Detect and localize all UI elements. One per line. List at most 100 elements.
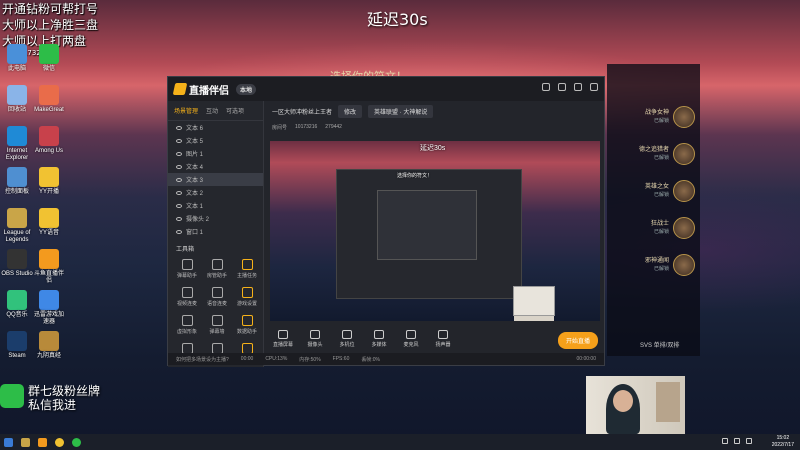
- desktop-icon[interactable]: YY语音: [32, 208, 66, 237]
- desktop-icon[interactable]: 斗鱼直播伴侣: [32, 249, 66, 285]
- champion-item[interactable]: 邪神通闻 已解锁: [610, 252, 695, 278]
- tool-label: 语音连麦: [206, 301, 227, 307]
- desktop-icon[interactable]: 回收站: [0, 85, 34, 114]
- desktop-icon[interactable]: League of Legends: [0, 208, 34, 244]
- title-bar: 直播伴侣 本地: [168, 77, 604, 101]
- taskbar-clock[interactable]: 15:02 2022/7/17: [772, 435, 794, 449]
- desktop-icon-image: [39, 85, 59, 105]
- desktop-icon[interactable]: 此电脑: [0, 44, 34, 73]
- settings-icon[interactable]: [542, 83, 550, 91]
- source-item[interactable]: 文本 3: [168, 173, 263, 186]
- source-item[interactable]: 文本 6: [168, 121, 263, 134]
- eye-icon[interactable]: [176, 164, 182, 169]
- desktop-icon-image: [7, 85, 27, 105]
- app-badge[interactable]: 本地: [236, 83, 257, 95]
- taskbar-lol-icon[interactable]: [21, 437, 30, 447]
- control-button[interactable]: 直播屏幕: [272, 330, 294, 348]
- eye-icon[interactable]: [176, 229, 182, 234]
- tool-label: 弹幕墙: [209, 329, 225, 335]
- tool-label: 数据助手: [236, 329, 257, 335]
- tool-item[interactable]: 游戏设置: [232, 285, 262, 307]
- desktop-icon[interactable]: MakeGreat: [32, 85, 66, 114]
- tool-item[interactable]: 弹幕墙: [202, 313, 232, 335]
- champion-name: 战争女神 已解锁: [645, 109, 669, 125]
- taskbar-yy-icon[interactable]: [55, 437, 64, 447]
- title-bar-actions: [542, 83, 598, 91]
- champion-item[interactable]: 德之追猎者 已解锁: [610, 141, 695, 167]
- desktop-icon[interactable]: 微信: [32, 44, 66, 73]
- source-label: 文本 1: [186, 204, 204, 210]
- go-live-button[interactable]: 开始直播: [557, 332, 598, 349]
- minimize-icon[interactable]: [558, 83, 566, 91]
- tray-network-icon[interactable]: [722, 438, 728, 444]
- champion-name-text: 英雄之女: [644, 184, 669, 190]
- category-select[interactable]: 英雄联盟 · 大神解说: [368, 104, 434, 118]
- tool-item[interactable]: 视频连麦: [172, 285, 202, 307]
- champion-name: 狂战士 已解锁: [651, 220, 669, 236]
- champion-status: 已解锁: [653, 192, 669, 198]
- desktop-icon-image: [39, 44, 59, 64]
- source-label: 文本 5: [186, 139, 204, 145]
- preview-nested-window: 选择你的符文！: [336, 169, 522, 299]
- tray-volume-icon[interactable]: [734, 438, 740, 444]
- start-icon[interactable]: [4, 437, 13, 447]
- tool-item[interactable]: 数据助手: [232, 313, 262, 335]
- taskbar-wechat-icon[interactable]: [72, 437, 81, 447]
- source-item[interactable]: 窗口 1: [168, 225, 263, 238]
- desktop-icon[interactable]: 九阴真经: [32, 331, 66, 360]
- taskbar-stream-icon[interactable]: [38, 437, 47, 447]
- source-item[interactable]: 文本 1: [168, 199, 263, 212]
- tool-icon: [211, 259, 223, 270]
- overlay-line-1: 开通钻粉可帮打号: [2, 2, 99, 16]
- champion-item[interactable]: 战争女神 已解锁: [610, 104, 695, 130]
- tool-item[interactable]: 语音连麦: [202, 285, 232, 307]
- desktop-icon[interactable]: QQ音乐: [0, 290, 34, 319]
- taskbar: 15:02 2022/7/17: [0, 434, 800, 450]
- eye-icon[interactable]: [176, 151, 182, 156]
- champion-item[interactable]: 英雄之女已解锁: [610, 178, 695, 204]
- control-button[interactable]: 扬声器: [432, 330, 454, 348]
- sidebar-tab[interactable]: 互动: [206, 106, 218, 115]
- source-item[interactable]: 摄像头 2: [168, 212, 263, 225]
- tray-input-icon[interactable]: [746, 438, 752, 444]
- eye-icon[interactable]: [176, 190, 182, 195]
- tool-icon: [241, 287, 253, 298]
- desktop-icon[interactable]: 迅雷游戏加速器: [32, 290, 66, 326]
- source-item[interactable]: 文本 5: [168, 134, 263, 147]
- desktop-icon[interactable]: YY开播: [32, 167, 66, 196]
- control-button[interactable]: 摄像头: [304, 330, 326, 348]
- eye-icon[interactable]: [176, 138, 182, 143]
- champion-item[interactable]: 狂战士 已解锁: [610, 215, 695, 241]
- eye-icon[interactable]: [176, 203, 182, 208]
- eye-icon[interactable]: [176, 177, 182, 182]
- control-label: 摄像头: [307, 342, 323, 348]
- desktop-icon[interactable]: Steam: [0, 331, 34, 360]
- close-icon[interactable]: [590, 83, 598, 91]
- desktop-icon-label: 九阴真经: [36, 353, 61, 359]
- webcam-small: [513, 286, 555, 316]
- tool-label: 弹幕助手: [176, 273, 197, 279]
- tool-item[interactable]: 弹幕助手: [172, 257, 202, 279]
- sidebar-tab[interactable]: 场景管理: [174, 106, 198, 115]
- eye-icon[interactable]: [176, 216, 182, 221]
- tool-item[interactable]: 房管助手: [202, 257, 232, 279]
- source-item[interactable]: 文本 4: [168, 160, 263, 173]
- tool-item[interactable]: 虚拟形象: [172, 313, 202, 335]
- control-button[interactable]: 多媒体: [368, 330, 390, 348]
- control-icon: [342, 330, 352, 339]
- desktop-icon[interactable]: OBS Studio: [0, 249, 34, 278]
- maximize-icon[interactable]: [574, 83, 582, 91]
- edit-title-button[interactable]: 修改: [338, 104, 363, 118]
- desktop-icon[interactable]: Among Us: [32, 126, 66, 155]
- source-item[interactable]: 文本 2: [168, 186, 263, 199]
- desktop-icon[interactable]: Internet Explorer: [0, 126, 34, 162]
- tool-item[interactable]: 主播任务: [232, 257, 262, 279]
- source-item[interactable]: 图片 1: [168, 147, 263, 160]
- desktop-icon-label: OBS Studio: [1, 271, 33, 277]
- desktop-icon-image: [7, 44, 27, 64]
- eye-icon[interactable]: [176, 125, 182, 130]
- sidebar-tab[interactable]: 可选项: [226, 106, 244, 115]
- control-button[interactable]: 麦克风: [400, 330, 422, 348]
- control-button[interactable]: 多机位: [336, 330, 358, 348]
- desktop-icon[interactable]: 控制面板: [0, 167, 34, 196]
